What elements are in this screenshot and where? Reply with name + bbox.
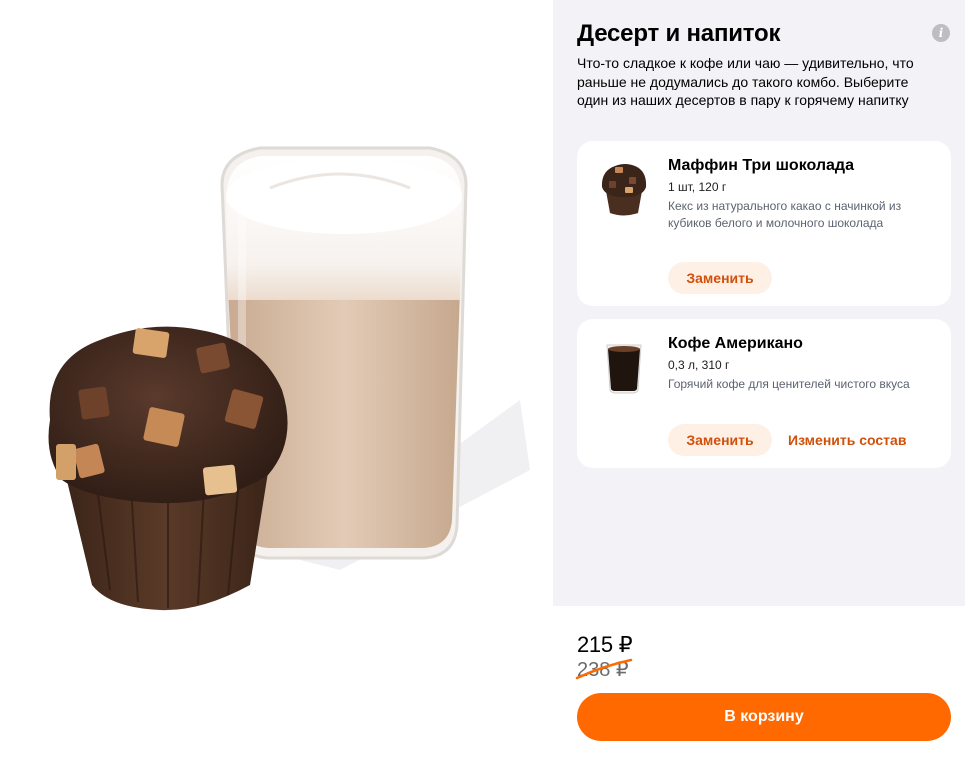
combo-item-card: Маффин Три шоколада 1 шт, 120 г Кекс из … [577,141,951,306]
item-name: Маффин Три шоколада [668,157,854,174]
strikethrough-line [575,658,633,680]
info-icon[interactable]: i [932,24,950,42]
product-image [0,0,553,760]
item-description: Кекс из натурального какао с начинкой из… [668,199,902,230]
current-price: 215 ₽ [577,632,633,657]
item-description: Горячий кофе для ценителей чистого вкуса [668,377,910,391]
combo-panel: i Десерт и напиток Что-то сладкое к кофе… [553,0,965,760]
item-name: Кофе Американо [668,335,803,352]
muffin-thumbnail [601,164,647,216]
add-to-cart-button[interactable]: В корзину [577,693,951,741]
americano-thumbnail [606,344,642,394]
replace-button[interactable]: Заменить [668,424,772,456]
combo-footer: 215 ₽ 238 ₽ В корзину [553,606,965,760]
latte-and-muffin-illustration [48,146,530,611]
combo-modal: i Десерт и напиток Что-то сладкое к кофе… [0,0,965,760]
replace-button[interactable]: Заменить [668,262,772,294]
edit-composition-link[interactable]: Изменить состав [788,432,906,448]
combo-title: Десерт и напиток [577,20,781,47]
item-size: 1 шт, 120 г [668,180,727,194]
combo-description: Что-то сладкое к кофе или чаю — удивител… [577,55,914,108]
combo-item-card: Кофе Американо 0,3 л, 310 г Горячий кофе… [577,319,951,468]
item-size: 0,3 л, 310 г [668,358,730,372]
